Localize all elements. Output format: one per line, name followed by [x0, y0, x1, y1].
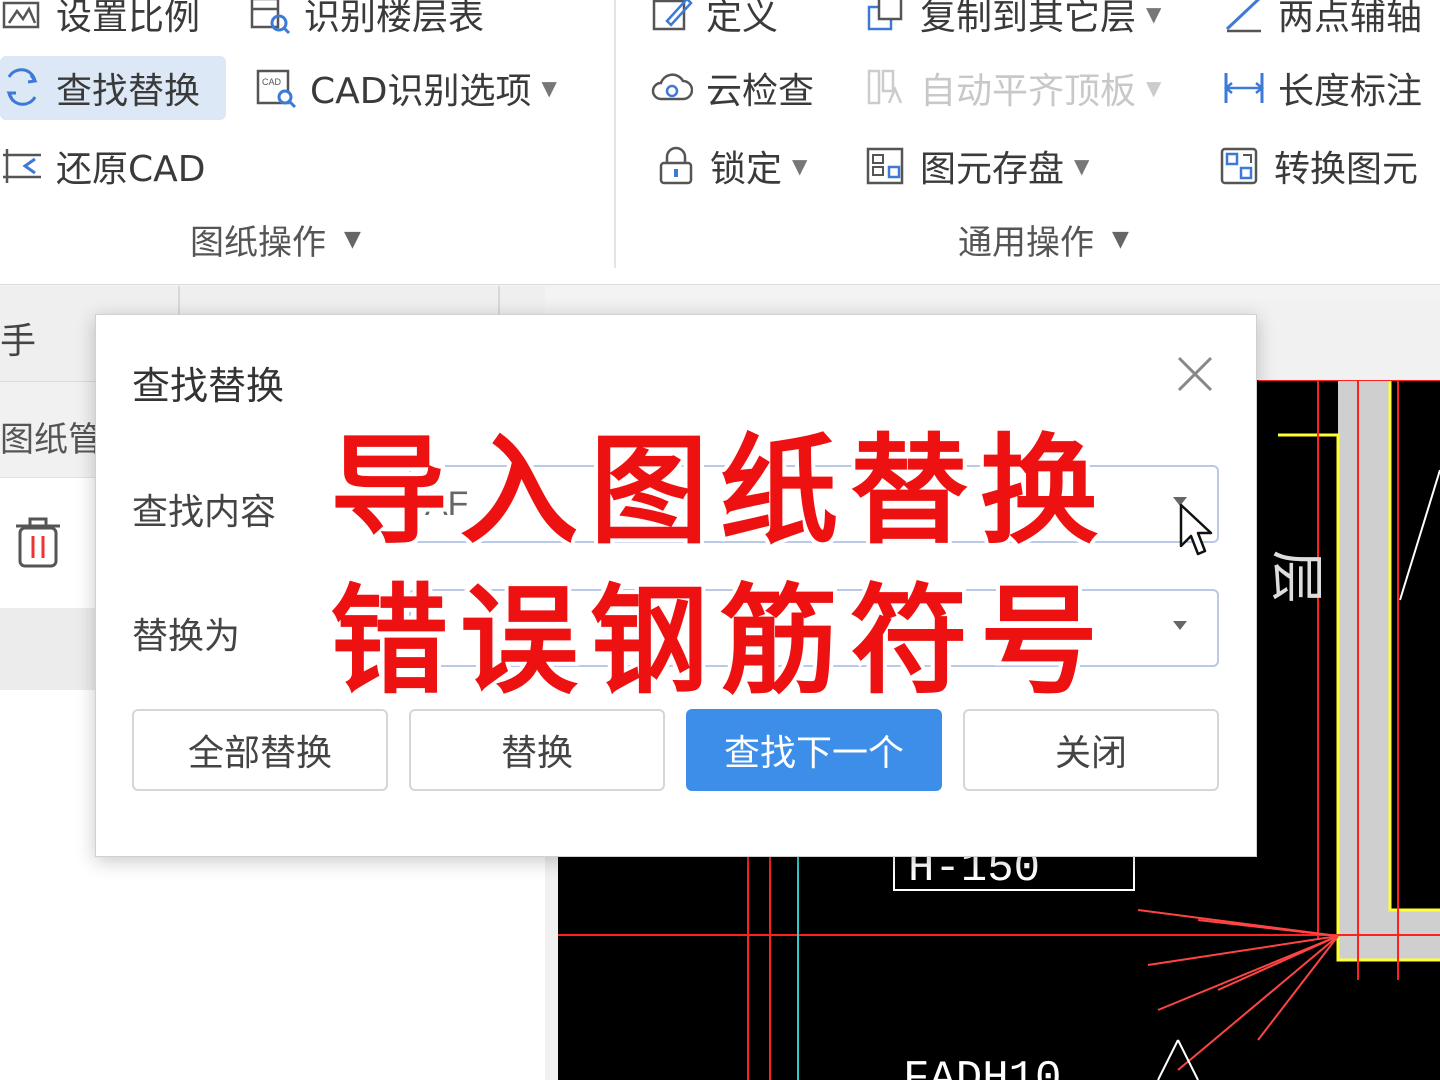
copy-layer-icon [864, 0, 908, 36]
caption-line-1: 导入图纸替换 [326, 418, 1110, 564]
length-dimension-label: 长度标注 [1278, 71, 1423, 112]
convert-element-button[interactable]: 转换图元 [1218, 134, 1428, 198]
restore-cad-label: 还原CAD [56, 149, 206, 190]
drawing-ops-group-label[interactable]: 图纸操作 ▼ [190, 215, 361, 264]
ribbon-separator [614, 0, 616, 268]
svg-text:CAD: CAD [262, 77, 282, 87]
chevron-down-icon: ▼ [1112, 227, 1129, 252]
auto-align-icon [864, 66, 908, 110]
chevron-down-icon: ▼ [541, 76, 557, 100]
find-replace-label: 查找替换 [56, 71, 201, 112]
chevron-down-icon: ▼ [1074, 154, 1090, 178]
chevron-down-icon: ▼ [792, 154, 808, 178]
element-save-label: 图元存盘 [920, 149, 1065, 190]
copy-to-layer-button[interactable]: 复制到其它层 ▼ [864, 0, 1171, 46]
cad-label-fadh: FADH10 [903, 1054, 1061, 1080]
general-ops-group-text: 通用操作 [958, 223, 1094, 263]
define-button[interactable]: 定义 [650, 0, 788, 46]
two-point-axis-icon [1222, 0, 1266, 36]
replace-button[interactable]: 替换 [409, 709, 665, 791]
length-dim-icon [1222, 66, 1266, 110]
chevron-down-icon: ▼ [344, 227, 361, 252]
lock-button[interactable]: 锁定 ▼ [654, 134, 817, 198]
cad-options-button[interactable]: CAD CAD识别选项 ▼ [254, 56, 567, 120]
element-save-icon [864, 144, 908, 188]
mouse-cursor-icon [1179, 503, 1213, 556]
identify-floor-table-button[interactable]: 识别楼层表 [248, 0, 494, 46]
copy-to-layer-label: 复制到其它层 [920, 0, 1137, 38]
cad-options-icon: CAD [254, 66, 298, 110]
scale-icon [0, 0, 44, 36]
two-point-axis-button[interactable]: 两点辅轴 [1222, 0, 1432, 46]
floor-table-icon [248, 0, 292, 36]
find-replace-icon [0, 66, 44, 110]
replace-all-button[interactable]: 全部替换 [132, 709, 388, 791]
general-ops-group-label[interactable]: 通用操作 ▼ [958, 215, 1129, 264]
close-icon[interactable] [1172, 351, 1218, 397]
find-replace-button[interactable]: 查找替换 [0, 56, 226, 120]
chevron-down-icon: ▼ [1146, 76, 1162, 100]
close-button[interactable]: 关闭 [963, 709, 1219, 791]
chevron-down-icon: ▼ [1146, 2, 1162, 26]
convert-element-icon [1218, 144, 1262, 188]
set-scale-button[interactable]: 设置比例 [0, 0, 210, 46]
length-dimension-button[interactable]: 长度标注 [1222, 56, 1432, 120]
cloud-check-icon [650, 66, 694, 110]
ribbon: 设置比例 识别楼层表 查找替换 CAD CAD识别选项 ▼ 还原CAD 图纸操作… [0, 0, 1440, 285]
lock-icon [654, 144, 698, 188]
auto-align-roof-label: 自动平齐顶板 [920, 71, 1137, 112]
cloud-check-button[interactable]: 云检查 [650, 56, 824, 120]
lock-label: 锁定 [710, 149, 783, 190]
restore-cad-button[interactable]: 还原CAD [0, 134, 216, 198]
drawing-ops-group-text: 图纸操作 [190, 223, 326, 263]
set-scale-label: 设置比例 [56, 0, 201, 38]
cloud-check-label: 云检查 [706, 71, 815, 112]
restore-cad-icon [0, 144, 44, 188]
identify-floor-table-label: 识别楼层表 [304, 0, 485, 38]
cad-options-label: CAD识别选项 [310, 71, 532, 112]
left-tab-label[interactable]: 手 [0, 312, 36, 364]
two-point-axis-label: 两点辅轴 [1278, 0, 1423, 38]
element-save-button[interactable]: 图元存盘 ▼ [864, 134, 1099, 198]
define-label: 定义 [706, 0, 779, 38]
auto-align-roof-button: 自动平齐顶板 ▼ [864, 56, 1171, 120]
caption-line-2: 错误钢筋符号 [326, 568, 1110, 714]
define-icon [650, 0, 694, 36]
convert-element-label: 转换图元 [1274, 149, 1419, 190]
find-next-button[interactable]: 查找下一个 [686, 709, 942, 791]
